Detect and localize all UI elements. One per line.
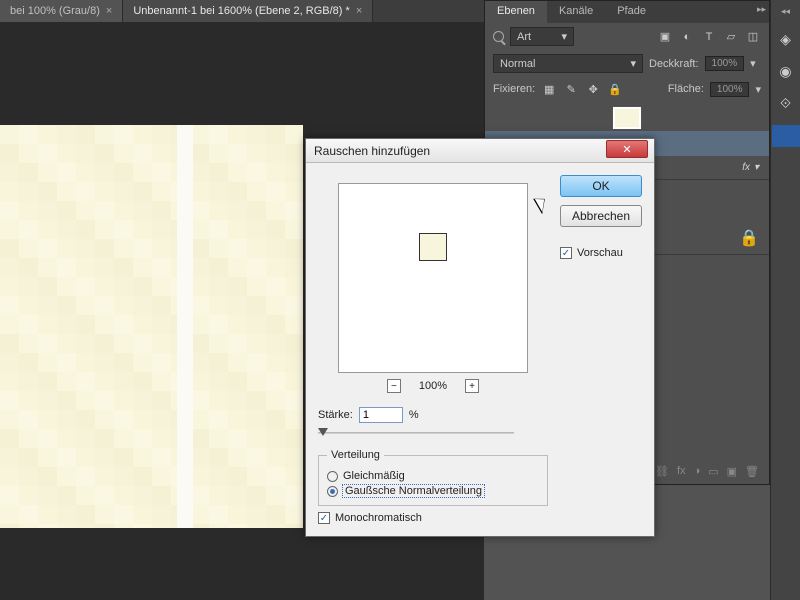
canvas[interactable] [0, 125, 303, 528]
chevron-down-icon[interactable]: ▾ [750, 57, 756, 70]
close-button[interactable]: ✕ [606, 140, 648, 158]
folder-icon[interactable]: ▭ [708, 465, 718, 478]
cancel-button[interactable]: Abbrechen [560, 205, 642, 227]
search-icon [493, 31, 504, 42]
type-filter-icon[interactable]: T [701, 29, 717, 45]
ok-button[interactable]: OK [560, 175, 642, 197]
new-layer-icon[interactable]: ▣ [727, 465, 737, 478]
distribution-group: Verteilung Gleichmäßig Gaußsche Normalve… [318, 449, 548, 506]
tab-label: bei 100% (Grau/8) [10, 5, 100, 17]
preview-swatch [419, 233, 447, 261]
link-icon[interactable]: ⛓ [655, 465, 669, 478]
percent-label: % [409, 409, 419, 421]
lock-label: Fixieren: [493, 83, 535, 95]
slider-thumb[interactable] [318, 428, 328, 436]
tab-doc-1[interactable]: bei 100% (Grau/8) × [0, 0, 123, 22]
mask-icon[interactable]: ◑ [694, 465, 701, 478]
fill-value[interactable]: 100% [710, 82, 750, 97]
layer-row[interactable] [485, 101, 769, 129]
lock-paint-icon[interactable]: ✎ [563, 81, 579, 97]
paths-icon[interactable]: ⟐ [776, 93, 796, 113]
radio-gaussian-label: Gaußsche Normalverteilung [343, 485, 484, 497]
lock-position-icon[interactable]: ✥ [585, 81, 601, 97]
chevron-down-icon[interactable]: ▾ [755, 83, 761, 96]
panel-tabs: Ebenen Kanäle Pfade [485, 1, 769, 23]
tab-label: Unbenannt-1 bei 1600% (Ebene 2, RGB/8) * [133, 5, 349, 17]
canvas-stripe [177, 125, 193, 528]
zoom-in-button[interactable]: + [465, 379, 479, 393]
dialog-titlebar[interactable]: Rauschen hinzufügen ✕ [306, 139, 654, 163]
preview-check[interactable]: ✓ Vorschau [560, 247, 642, 259]
checkbox-icon: ✓ [560, 247, 572, 259]
tab-paths[interactable]: Pfade [605, 1, 658, 23]
zoom-value: 100% [419, 380, 447, 392]
tab-layers[interactable]: Ebenen [485, 1, 547, 23]
slider-track [318, 432, 514, 434]
add-noise-dialog: Rauschen hinzufügen ✕ − 100% + Stärke: % [305, 138, 655, 537]
fx-label: fx [742, 162, 750, 173]
radio-icon [327, 486, 338, 497]
distribution-legend: Verteilung [327, 449, 384, 461]
adjust-filter-icon[interactable]: ◐ [679, 29, 695, 45]
lock-icon: 🔒 [739, 228, 759, 248]
collapse-icon[interactable]: ◂◂ [781, 6, 790, 17]
opacity-label: Deckkraft: [649, 58, 699, 70]
panel-footer: ⛓ fx ◑ ▭ ▣ 🗑 [645, 459, 769, 484]
radio-icon [327, 471, 338, 482]
checkbox-icon: ✓ [318, 512, 330, 524]
monochromatic-check[interactable]: ✓ Monochromatisch [318, 512, 548, 524]
dialog-title: Rauschen hinzufügen [314, 144, 430, 158]
preview-area[interactable] [338, 183, 528, 373]
filter-dropdown[interactable]: Art▾ [510, 27, 574, 46]
zoom-out-button[interactable]: − [387, 379, 401, 393]
fx-icon[interactable]: fx [677, 465, 686, 478]
close-icon[interactable]: × [356, 5, 362, 17]
radio-uniform[interactable]: Gleichmäßig [327, 470, 539, 482]
strength-input[interactable] [359, 407, 403, 423]
fill-label: Fläche: [668, 83, 704, 95]
expand-icon[interactable]: ▸▸ [757, 4, 766, 15]
strength-slider[interactable] [318, 427, 514, 439]
close-icon[interactable]: × [106, 5, 112, 17]
monochromatic-label: Monochromatisch [335, 512, 422, 524]
radio-uniform-label: Gleichmäßig [343, 470, 405, 482]
strength-label: Stärke: [318, 409, 353, 421]
color-icon[interactable]: ◉ [776, 61, 796, 81]
layer-thumbnail [613, 107, 641, 129]
shape-filter-icon[interactable]: ▱ [723, 29, 739, 45]
right-toolbar: ◂◂ ◈ ◉ ⟐ [770, 0, 800, 600]
smart-filter-icon[interactable]: ◫ [745, 29, 761, 45]
image-filter-icon[interactable]: ▣ [657, 29, 673, 45]
selected-tool[interactable] [772, 125, 800, 147]
trash-icon[interactable]: 🗑 [745, 465, 759, 478]
chevron-down-icon: ▾ [754, 162, 759, 173]
preview-label: Vorschau [577, 247, 623, 259]
blend-mode-dropdown[interactable]: Normal▾ [493, 54, 643, 73]
radio-gaussian[interactable]: Gaußsche Normalverteilung [327, 485, 539, 497]
opacity-value[interactable]: 100% [705, 56, 745, 71]
layers-icon[interactable]: ◈ [776, 29, 796, 49]
tab-channels[interactable]: Kanäle [547, 1, 605, 23]
lock-transparency-icon[interactable]: ▦ [541, 81, 557, 97]
tab-doc-2[interactable]: Unbenannt-1 bei 1600% (Ebene 2, RGB/8) *… [123, 0, 373, 22]
lock-all-icon[interactable]: 🔒 [607, 81, 623, 97]
